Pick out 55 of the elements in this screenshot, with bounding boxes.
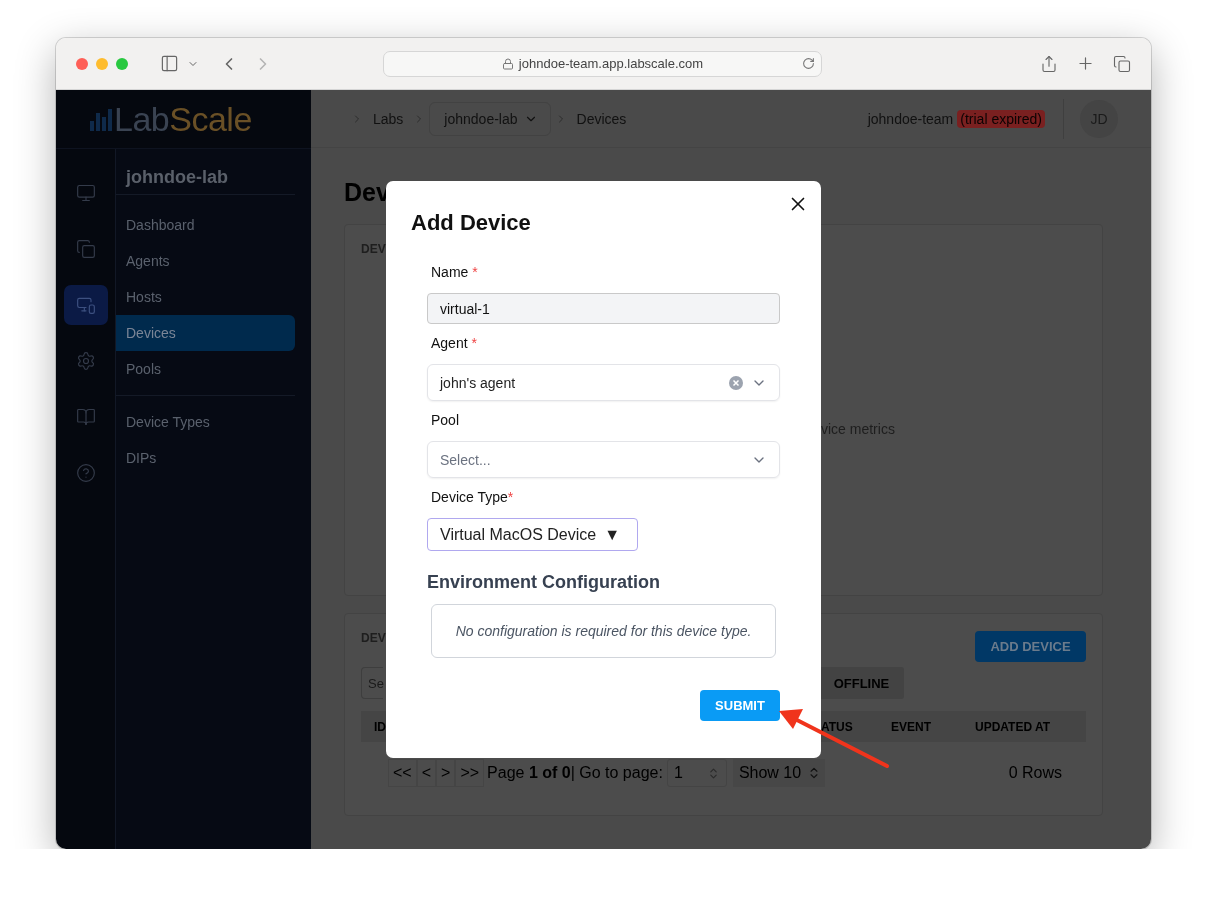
column-header: ATUS [821,719,853,734]
column-header: UPDATED AT [975,719,1051,734]
field-label: Name * [431,264,478,280]
address-bar[interactable]: johndoe-team.app.labscale.com [383,50,822,77]
name-field[interactable]: virtual-1 [427,293,780,324]
trial-badge: (trial expired) [957,109,1045,128]
field-label: Pool [431,412,460,428]
lab-title: johndoe-lab [116,167,295,195]
lock-icon [501,57,514,70]
row-count: 0 Rows [1008,764,1062,782]
lab-dropdown[interactable]: johndoe-lab [429,101,551,136]
page-input[interactable]: 1 [666,759,727,787]
tabs-icon[interactable] [1113,54,1131,73]
submit-button[interactable]: SUBMIT [700,690,780,721]
zoom-window-icon[interactable] [116,57,128,70]
page-nav-button[interactable]: << [388,759,417,787]
column-header: EVENT [891,719,931,734]
new-tab-icon[interactable] [1076,54,1095,73]
breadcrumb-link[interactable]: Devices [576,110,627,127]
device-type-select[interactable]: Virtual MacOS Device ▼ [427,518,638,551]
nav-item[interactable]: Device Types [116,404,295,440]
bars-icon [90,107,112,131]
column-header: ID [374,719,386,734]
nav-item[interactable]: Pools [116,351,295,387]
nav-item[interactable]: Hosts [116,279,295,315]
page-size-select[interactable]: Show 10 [732,759,825,787]
share-icon[interactable] [1040,54,1058,73]
sidebar-icon[interactable] [160,54,179,73]
url-text: johndoe-team.app.labscale.com [518,56,704,71]
minimize-window-icon[interactable] [96,57,108,70]
close-window-icon[interactable] [76,57,88,70]
page-nav-button[interactable]: > [436,759,456,787]
field-label: Agent * [431,335,478,351]
select-field[interactable]: Select... [427,441,780,478]
field-label: Device Type* [431,489,514,505]
select-field[interactable]: john's agent [427,364,780,401]
page-nav-button[interactable]: < [416,759,437,787]
logo-text-first: Lab [114,99,170,139]
page-info: Page 1 of 0| Go to page: [487,764,663,782]
logo-text-second: Scale [169,99,252,139]
section-heading: Environment Configuration [427,571,661,593]
nav-item[interactable]: Dashboard [116,207,295,243]
dialog-title: Add Device [411,209,532,237]
nav-item[interactable]: Agents [116,243,295,279]
nav-item[interactable]: Devices [116,315,295,351]
breadcrumb-link[interactable]: Labs [373,110,404,127]
page-nav-button[interactable]: >> [455,759,485,787]
config-note: No configuration is required for this device type. [431,604,776,658]
team-name: johndoe-team [867,110,954,127]
devices-icon[interactable] [63,285,108,325]
add-device-button[interactable]: ADD DEVICE [975,631,1086,662]
clear-icon[interactable] [729,375,743,390]
reload-icon[interactable] [802,57,815,70]
filter-button[interactable]: OFFLINE [819,667,904,699]
nav-item[interactable]: DIPs [116,440,295,476]
